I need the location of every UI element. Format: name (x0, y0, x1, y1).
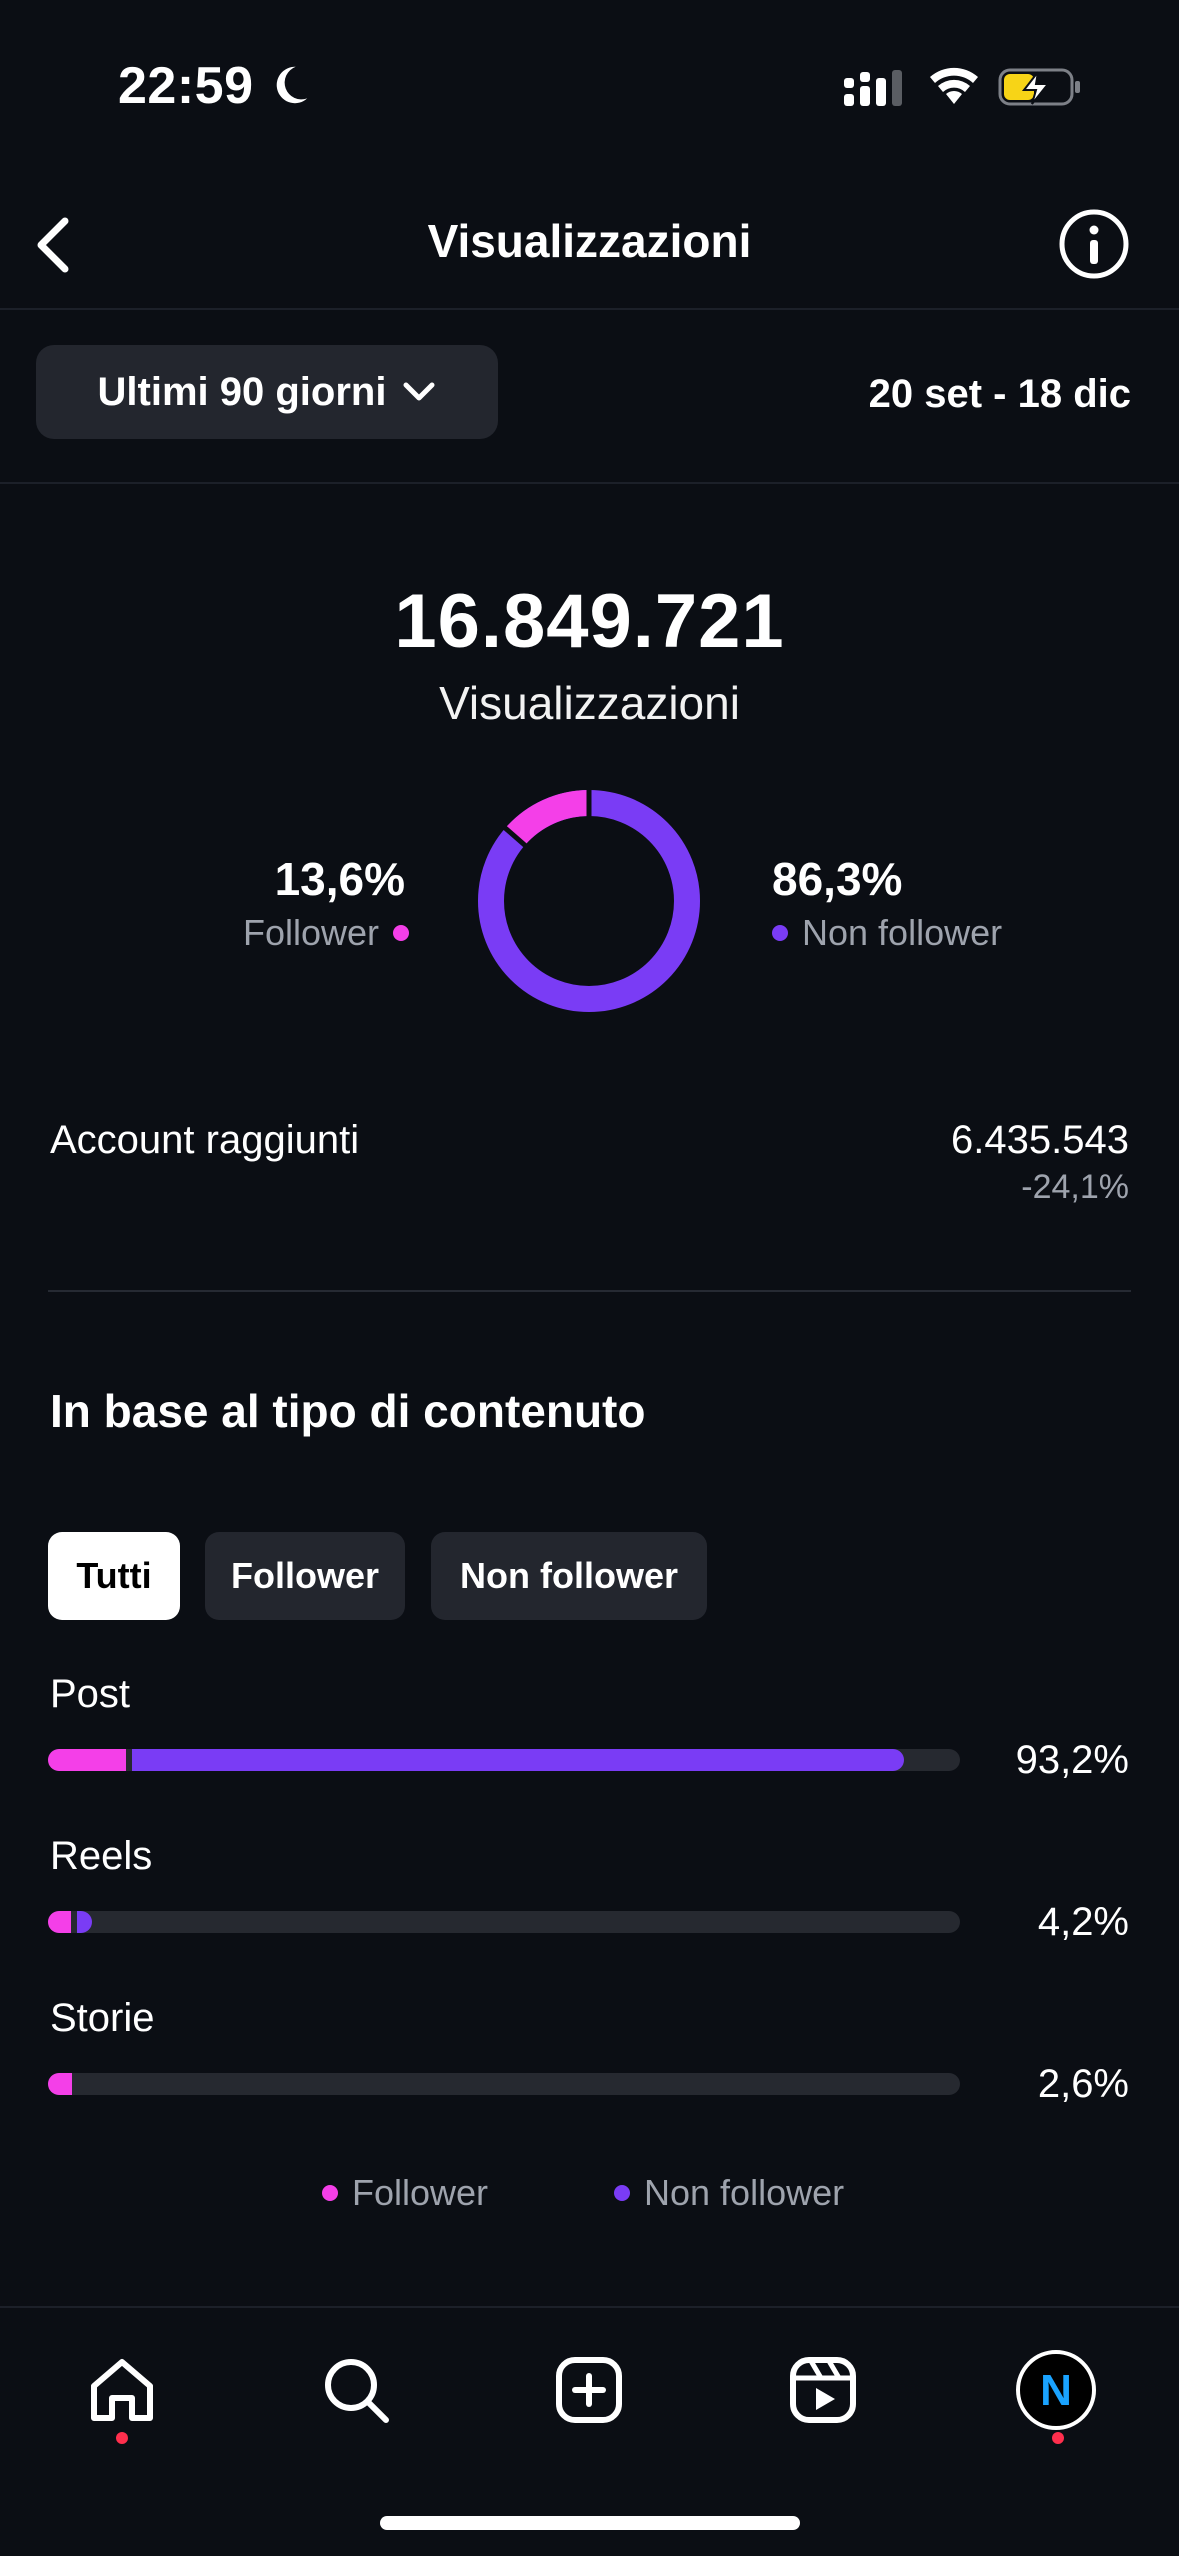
legend-nonfollower: Non follower (614, 2172, 844, 2214)
follower-dot (393, 925, 409, 941)
bar-follower-segment (48, 2073, 72, 2095)
bar-track-post (48, 1749, 960, 1771)
header-divider (0, 308, 1179, 310)
follower-legend: Follower (243, 912, 409, 954)
bar-label-stories: Storie (50, 1996, 155, 2040)
moon-icon (276, 66, 308, 104)
status-time: 22:59 (118, 57, 254, 115)
filter-chip-follower[interactable]: Follower (205, 1532, 405, 1620)
legend-nonfollower-dot (614, 2185, 630, 2201)
bar-nonfollower-segment (76, 1911, 93, 1933)
signal-icon (844, 70, 902, 106)
bar-follower-segment (48, 1749, 127, 1771)
filter-chip-all[interactable]: Tutti (48, 1532, 180, 1620)
nonfollower-legend-label: Non follower (802, 912, 1003, 953)
content-section-title: In base al tipo di contenuto (50, 1385, 646, 1437)
nonfollower-percentage: 86,3% (772, 853, 903, 905)
follower-legend-label: Follower (242, 912, 379, 953)
nav-home-button[interactable] (72, 2340, 172, 2440)
filter-chip-nonfollower[interactable]: Non follower (431, 1532, 707, 1620)
home-indicator (380, 2516, 800, 2530)
info-icon[interactable] (1056, 206, 1132, 282)
bar-track-reels (48, 1911, 960, 1933)
total-views-label: Visualizzazioni (439, 677, 740, 729)
legend-follower-label: Follower (352, 2172, 489, 2213)
bar-pct-stories: 2,6% (1037, 2062, 1129, 2106)
bar-track-stories (48, 2073, 960, 2095)
nav-create-button[interactable] (539, 2340, 639, 2440)
total-views: 16.849.721 (394, 579, 785, 664)
reach-value: 6.435.543 (951, 1118, 1129, 1162)
nav-search-button[interactable] (306, 2340, 406, 2440)
period-dropdown[interactable]: Ultimi 90 giorni (36, 345, 498, 439)
legend-follower: Follower (322, 2172, 488, 2214)
home-notification-dot (116, 2432, 128, 2444)
legend-follower-dot (322, 2185, 338, 2201)
legend-nonfollower-label: Non follower (644, 2172, 845, 2213)
svg-text:N: N (1040, 2366, 1072, 2415)
views-donut-chart (478, 789, 700, 1012)
reach-label: Account raggiunti (50, 1118, 360, 1162)
section-divider (48, 1290, 1131, 1292)
battery-icon (998, 68, 1080, 106)
date-range: 20 set - 18 dic (868, 372, 1131, 416)
reels-icon (790, 2357, 856, 2423)
chevron-down-icon (403, 382, 435, 401)
bar-pct-post: 93,2% (1015, 1738, 1129, 1782)
follower-percentage: 13,6% (274, 853, 405, 905)
reach-change: -24,1% (1021, 1168, 1129, 1206)
create-icon (556, 2357, 622, 2423)
donut-follower-arc (505, 790, 590, 846)
bar-follower-segment (48, 1911, 71, 1933)
nav-reels-button[interactable] (773, 2340, 873, 2440)
bar-label-reels: Reels (50, 1834, 153, 1878)
search-icon (325, 2359, 389, 2423)
home-icon (91, 2359, 153, 2421)
period-divider (0, 482, 1179, 484)
profile-notification-dot (1052, 2432, 1064, 2444)
wifi-icon (930, 67, 978, 104)
nav-profile-button[interactable]: N (1006, 2340, 1106, 2440)
bar-nonfollower-segment (132, 1749, 904, 1771)
bar-pct-reels: 4,2% (1037, 1900, 1129, 1944)
profile-avatar: N (1016, 2350, 1096, 2430)
page-title: Visualizzazioni (427, 215, 752, 267)
nonfollower-legend: Non follower (772, 912, 1002, 954)
bar-label-post: Post (50, 1672, 131, 1716)
period-selected: Ultimi 90 giorni (97, 369, 387, 414)
nonfollower-dot (772, 925, 788, 941)
